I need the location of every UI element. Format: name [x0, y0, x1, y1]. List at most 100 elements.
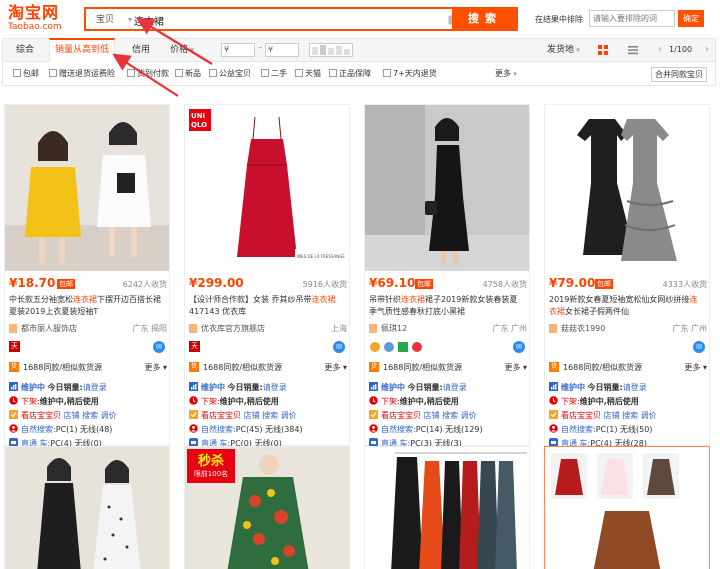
- product-image[interactable]: [365, 105, 529, 271]
- sort-bar: 综合 销量从高到低 信用 价格 ▾ ¥ - ¥ 发货地 ▾ ‹ 1/100 ›: [2, 38, 716, 62]
- search-input[interactable]: [134, 11, 444, 29]
- ext-search-link[interactable]: 搜索: [622, 411, 638, 420]
- wangwang-chat-icon[interactable]: ✉: [513, 341, 525, 353]
- wangwang-chat-icon[interactable]: ✉: [333, 341, 345, 353]
- sort-comprehensive[interactable]: 综合: [5, 39, 45, 61]
- checkbox[interactable]: [295, 69, 303, 77]
- filter-return-insurance[interactable]: 赠送退货运费险: [49, 62, 115, 86]
- product-title[interactable]: 【设计师合作款】女装 乔其纱吊带连衣裙 417143 优衣库: [189, 294, 345, 320]
- filter-tmall[interactable]: 天猫: [295, 62, 321, 86]
- price-row: ¥69.10 包邮 4758人收货: [369, 276, 527, 292]
- filter-second-hand[interactable]: 二手: [261, 62, 287, 86]
- filter-charity[interactable]: 公益宝贝: [209, 62, 251, 86]
- merge-same-items-button[interactable]: 合并同款宝贝: [651, 67, 707, 82]
- product-image[interactable]: UNI QLO INES DE LA FRESSANGE: [185, 105, 349, 271]
- product-title[interactable]: 2019新款女春夏短袖宽松仙女网纱拼接连衣裙女长裙子假两件仙: [549, 294, 705, 320]
- shop-name[interactable]: 菇菇衣1990: [561, 323, 605, 334]
- ext-search-link[interactable]: 搜索: [442, 411, 458, 420]
- price-min-input[interactable]: ¥: [221, 43, 255, 57]
- prev-page-button[interactable]: ‹: [658, 39, 662, 61]
- product-card[interactable]: [4, 446, 170, 569]
- ext-login-link[interactable]: 请登录: [443, 383, 467, 392]
- ext-shop-treasure[interactable]: 看店宝宝贝: [561, 411, 601, 420]
- source-link[interactable]: 1688同款/相似款货源: [23, 362, 102, 373]
- ext-shop-link[interactable]: 店铺: [64, 411, 80, 420]
- exclude-confirm-button[interactable]: 确定: [678, 10, 704, 27]
- checkbox[interactable]: [329, 69, 337, 77]
- ext-login-link[interactable]: 请登录: [623, 383, 647, 392]
- checkbox[interactable]: [261, 69, 269, 77]
- product-card[interactable]: [544, 446, 710, 569]
- ext-shop-link[interactable]: 店铺: [424, 411, 440, 420]
- exclude-input[interactable]: [589, 10, 675, 27]
- product-card[interactable]: [364, 446, 530, 569]
- checkbox[interactable]: [209, 69, 217, 77]
- ext-natural-mobile: 无线(384): [265, 425, 303, 434]
- next-page-button[interactable]: ›: [705, 39, 709, 61]
- ext-shop-treasure[interactable]: 看店宝宝贝: [21, 411, 61, 420]
- product-card[interactable]: UNI QLO INES DE LA FRESSANGE ¥299.00 591…: [184, 104, 350, 448]
- service-icons-row: 天 ✉: [9, 341, 167, 355]
- source-more[interactable]: 更多 ▾: [324, 362, 347, 373]
- price-range-bars-icon[interactable]: [309, 43, 353, 57]
- source-link[interactable]: 1688同款/相似款货源: [203, 362, 282, 373]
- product-card[interactable]: ¥79.00 包邮 4333人收货 2019新款女春夏短袖宽松仙女网纱拼接连衣裙…: [544, 104, 710, 448]
- grid-view-icon[interactable]: [596, 43, 610, 57]
- list-view-icon[interactable]: [626, 43, 640, 57]
- source-more[interactable]: 更多 ▾: [684, 362, 707, 373]
- chart-icon: [369, 382, 378, 391]
- ext-search-link[interactable]: 搜索: [262, 411, 278, 420]
- checkbox[interactable]: [383, 69, 391, 77]
- ext-login-link[interactable]: 请登录: [263, 383, 287, 392]
- checkbox[interactable]: [49, 69, 57, 77]
- product-card[interactable]: ¥18.70 包邮 6242人收货 中长款五分袖宽松连衣裙下摆开边百搭长裙夏装2…: [4, 104, 170, 448]
- checkbox[interactable]: [13, 69, 21, 77]
- product-title[interactable]: 中长款五分袖宽松连衣裙下摆开边百搭长裙夏装2019上衣夏装短袖T: [9, 294, 165, 320]
- filter-genuine[interactable]: 正品保障: [329, 62, 371, 86]
- ext-price-link[interactable]: 调价: [641, 411, 657, 420]
- shop-row: 佩琪12 广东 广州: [369, 322, 527, 336]
- ext-shop-link[interactable]: 店铺: [244, 411, 260, 420]
- ext-price-link[interactable]: 调价: [461, 411, 477, 420]
- chevron-down-icon: ▾: [188, 46, 194, 54]
- source-link[interactable]: 1688同款/相似款货源: [383, 362, 462, 373]
- product-image[interactable]: [545, 105, 709, 271]
- filter-more-button[interactable]: 更多 ▾: [495, 62, 517, 86]
- wangwang-chat-icon[interactable]: ✉: [153, 341, 165, 353]
- product-title[interactable]: 吊带针织连衣裙裙子2019新款女装春装夏季气质性感春秋打底小黑裙: [369, 294, 525, 320]
- filter-cod[interactable]: 货到付款: [127, 62, 169, 86]
- product-card[interactable]: 秒杀 限前100名: [184, 446, 350, 569]
- ext-shop-link[interactable]: 店铺: [604, 411, 620, 420]
- shop-name[interactable]: 佩琪12: [381, 323, 407, 334]
- checkbox[interactable]: [175, 69, 183, 77]
- source-more[interactable]: 更多 ▾: [144, 362, 167, 373]
- filter-7day-return[interactable]: 7+天内退货: [383, 62, 437, 86]
- product-photo-red-dress: UNI QLO INES DE LA FRESSANGE: [185, 105, 349, 271]
- ext-status: 维护中: [201, 383, 225, 392]
- product-card[interactable]: ¥69.10 包邮 4758人收货 吊带针织连衣裙裙子2019新款女装春装夏季气…: [364, 104, 530, 448]
- search-scope-select[interactable]: 宝贝 ▾: [90, 11, 132, 29]
- ext-price-link[interactable]: 调价: [281, 411, 297, 420]
- wangwang-chat-icon[interactable]: ✉: [693, 341, 705, 353]
- product-image[interactable]: [5, 105, 169, 271]
- shop-name[interactable]: 优衣库官方旗舰店: [201, 323, 265, 334]
- sort-sales-desc[interactable]: 销量从高到低: [49, 38, 115, 62]
- filter-new[interactable]: 新品: [175, 62, 201, 86]
- sort-price[interactable]: 价格 ▾: [165, 39, 199, 61]
- ext-price-link[interactable]: 调价: [101, 411, 117, 420]
- checkbox[interactable]: [127, 69, 135, 77]
- search-button[interactable]: 搜索: [452, 7, 518, 31]
- source-link[interactable]: 1688同款/相似款货源: [563, 362, 642, 373]
- source-more[interactable]: 更多 ▾: [504, 362, 527, 373]
- ext-login-link[interactable]: 请登录: [83, 383, 107, 392]
- price-max-input[interactable]: ¥: [265, 43, 299, 57]
- ext-search-link[interactable]: 搜索: [82, 411, 98, 420]
- shop-name[interactable]: 都市丽人服饰店: [21, 323, 77, 334]
- taobao-logo[interactable]: 淘宝网 Taobao.com: [8, 4, 70, 34]
- ship-from-select[interactable]: 发货地 ▾: [547, 39, 580, 61]
- sort-credit[interactable]: 信用: [121, 39, 161, 61]
- filter-free-shipping[interactable]: 包邮: [13, 62, 39, 86]
- seller-badges-icon: [370, 342, 422, 352]
- ext-shop-treasure[interactable]: 看店宝宝贝: [201, 411, 241, 420]
- ext-shop-treasure[interactable]: 看店宝宝贝: [381, 411, 421, 420]
